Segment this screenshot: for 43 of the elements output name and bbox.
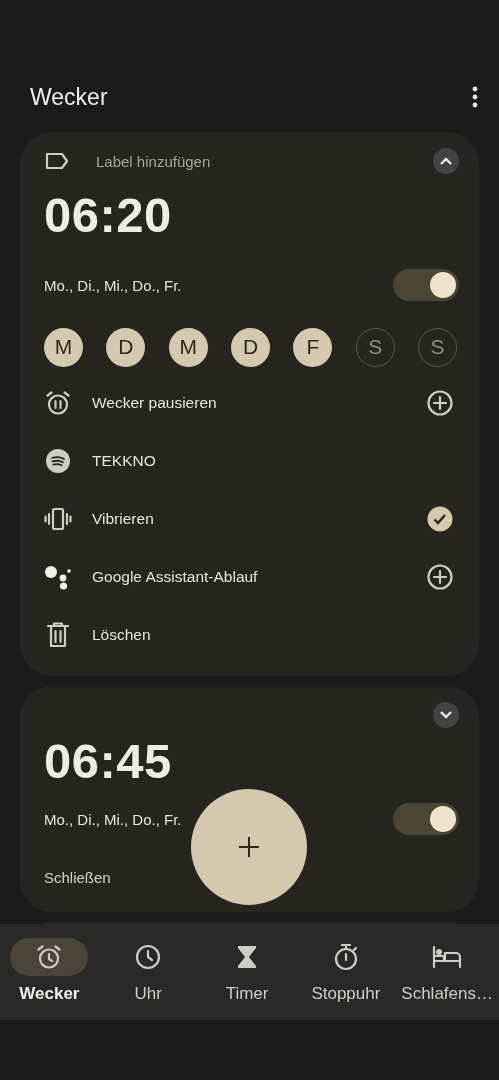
weekday-button[interactable]: D (106, 327, 146, 367)
stopwatch-icon (332, 943, 359, 971)
expand-button[interactable] (433, 702, 459, 728)
collapse-button[interactable] (433, 148, 459, 174)
option-label[interactable]: TEKKNO (92, 452, 156, 470)
weekday-button[interactable]: M (44, 327, 83, 367)
nav-tab[interactable]: Uhr (98, 924, 198, 1020)
more-options-icon[interactable] (471, 86, 479, 108)
alarm-toggle[interactable] (393, 803, 459, 835)
plus-icon (238, 836, 260, 858)
clock-icon (135, 944, 162, 970)
alarm-time[interactable]: 06:20 (44, 190, 172, 240)
alarm-time[interactable]: 06:45 (44, 736, 172, 786)
weekday-button[interactable]: F (293, 327, 333, 367)
add-icon[interactable] (427, 564, 453, 590)
music-app-icon (45, 448, 71, 474)
nav-tab[interactable]: Timer (197, 924, 297, 1020)
alarm-toggle[interactable] (393, 269, 459, 301)
repeat-days-text: Mo., Di., Mi., Do., Fr. (44, 810, 182, 828)
option-label[interactable]: Löschen (92, 626, 151, 644)
dismiss-link[interactable]: Schließen (44, 868, 111, 886)
bed-icon (432, 945, 463, 969)
nav-tab[interactable]: Wecker (0, 924, 99, 1020)
chevron-down-icon (439, 710, 453, 720)
add-label-link[interactable]: Label hinzufügen (96, 152, 211, 170)
label-tag-icon[interactable] (44, 151, 70, 171)
repeat-days-text: Mo., Di., Mi., Do., Fr. (44, 276, 182, 294)
alarm-pause-icon (45, 390, 71, 416)
alarm-clock-icon (36, 944, 63, 970)
option-label[interactable]: Google Assistant-Ablauf (92, 568, 258, 586)
checkbox[interactable] (427, 506, 453, 532)
weekday-button[interactable]: M (168, 327, 208, 367)
weekday-button[interactable]: D (231, 327, 270, 367)
assistant-icon (44, 564, 72, 590)
add-icon[interactable] (427, 390, 453, 416)
chevron-up-icon (439, 156, 453, 166)
vibrate-icon (44, 506, 72, 532)
option-label[interactable]: Wecker pausieren (92, 394, 217, 412)
option-label[interactable]: Vibrieren (92, 510, 154, 528)
trash-icon (45, 622, 71, 648)
nav-tab[interactable]: Schlafens… (395, 924, 499, 1020)
page-title: Wecker (30, 83, 108, 111)
nav-tab[interactable]: Stoppuhr (296, 924, 396, 1020)
